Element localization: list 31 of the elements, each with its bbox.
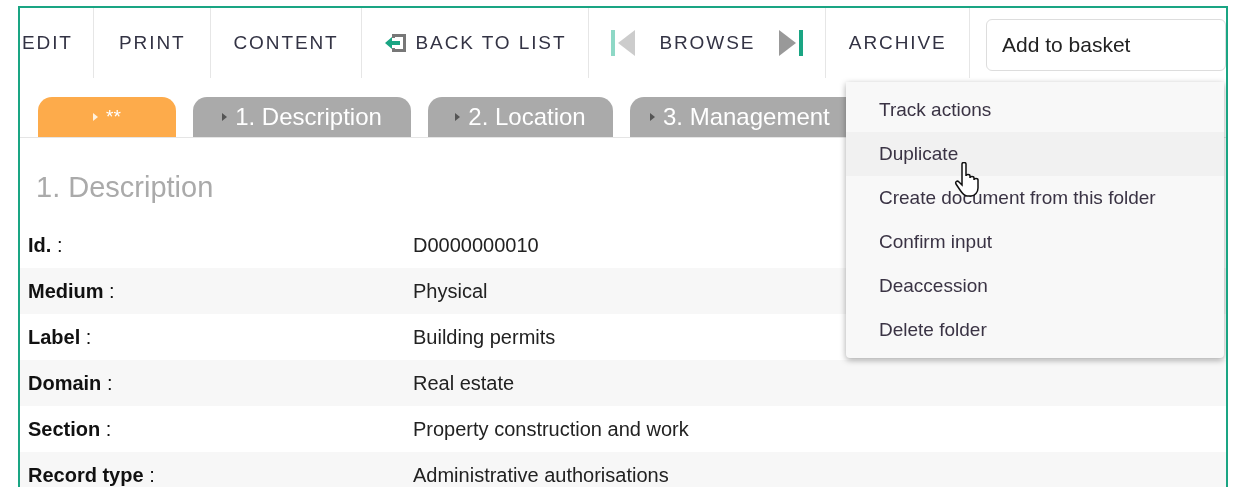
field-label: Label :	[27, 324, 93, 350]
section-title: 1. Description	[35, 170, 214, 205]
caret-icon	[222, 113, 228, 121]
toolbar-button[interactable]: BROWSE	[605, 8, 810, 78]
toolbar-button[interactable]: BACK TO LIST	[377, 8, 573, 78]
field-value: Physical	[413, 278, 488, 304]
menu-item[interactable]: Create document from this folder	[846, 176, 1224, 220]
back-icon	[383, 32, 408, 54]
field-label: Medium :	[27, 278, 116, 304]
field-value: Administrative authorisations	[413, 462, 669, 487]
field-value: Real estate	[413, 370, 515, 396]
field-label: Domain :	[27, 370, 114, 396]
caret-icon	[455, 113, 461, 121]
caret-icon	[93, 113, 99, 121]
field-label: Id. :	[27, 232, 64, 258]
field-label: Record type :	[27, 462, 156, 487]
toolbar-button[interactable]: PRINT	[113, 8, 192, 78]
menu-item[interactable]: Delete folder	[846, 308, 1224, 352]
field-value: Building permits	[413, 324, 556, 350]
menu-item[interactable]: Deaccession	[846, 264, 1224, 308]
menu-item[interactable]: Confirm input	[846, 220, 1224, 264]
toolbar-button[interactable]: EDIT	[20, 8, 79, 78]
toolbar-button[interactable]: ARCHIVE	[842, 8, 953, 78]
first-icon	[611, 30, 638, 56]
toolbar-button[interactable]: CONTENT	[227, 8, 345, 78]
field-value: D0000000010	[413, 232, 539, 258]
field-value: Property construction and work	[413, 416, 689, 442]
last-icon	[777, 30, 804, 56]
field-label: Section :	[27, 416, 113, 442]
caret-icon	[650, 113, 655, 121]
basket-field[interactable]: Add to basket	[986, 19, 1226, 71]
